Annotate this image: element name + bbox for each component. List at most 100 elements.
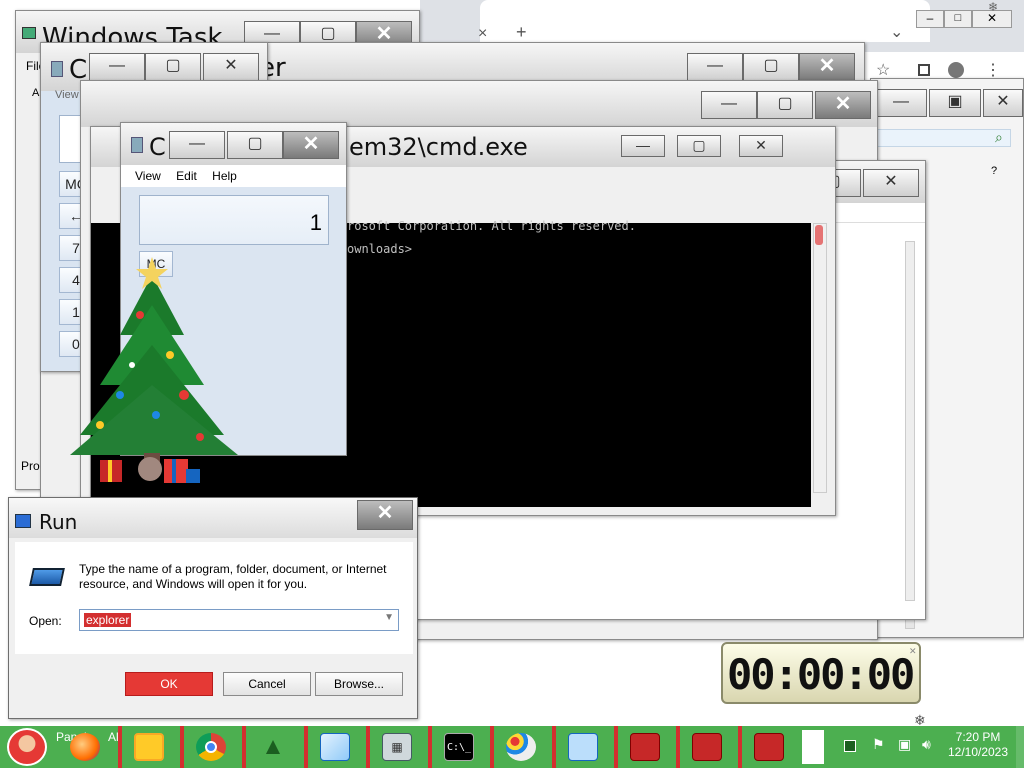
- explorer-maximize-button[interactable]: ▢: [743, 53, 799, 81]
- calc-back-app-icon: [51, 61, 63, 77]
- toolbox-icon: [692, 733, 722, 761]
- clock-gadget-time: 00:00:00: [727, 650, 915, 699]
- browser-minimize-button[interactable]: –: [916, 10, 944, 28]
- browser-menu-icon[interactable]: ⋮: [985, 60, 1001, 80]
- notepad-icon: [320, 733, 350, 761]
- taskbar-blank: [802, 730, 824, 764]
- browser-tab[interactable]: [480, 0, 930, 42]
- ie-address-bar[interactable]: [871, 129, 1011, 147]
- cmd-prompt-line: ownloads>: [347, 242, 413, 256]
- calc-back-menu-view[interactable]: View: [55, 89, 79, 101]
- ie-help-icon[interactable]: ?: [991, 165, 997, 177]
- tab-search-chevron-icon[interactable]: ⌄: [890, 22, 903, 42]
- cmd-title-tail: em32\cmd.exe: [349, 133, 528, 161]
- tray-time: 7:20 PM: [955, 730, 1001, 744]
- control-panel-icon: [568, 733, 598, 761]
- run-browse-button[interactable]: Browse...: [315, 672, 403, 696]
- snowflake-icon: ❄: [988, 0, 999, 14]
- cmd-close-button[interactable]: ✕: [739, 135, 783, 157]
- tray-volume-icon[interactable]: 🔊︎: [922, 736, 931, 753]
- run-title: Run: [39, 510, 78, 534]
- tree-icon: ▲: [261, 733, 285, 760]
- run-program-icon: [29, 568, 65, 586]
- paint-palette-icon: [506, 733, 536, 761]
- cmd-minimize-button[interactable]: —: [621, 135, 665, 157]
- calculator-menu-help[interactable]: Help: [212, 169, 237, 183]
- run-description: Type the name of a program, folder, docu…: [79, 562, 387, 591]
- firefox-icon: [70, 733, 100, 761]
- show-desktop-button[interactable]: [1016, 726, 1024, 768]
- santa-icon: [7, 728, 47, 766]
- taskbar-toolbox-2[interactable]: [676, 726, 734, 768]
- run-close-button[interactable]: ✕: [357, 500, 413, 530]
- ie-close-button[interactable]: ✕: [983, 89, 1023, 117]
- toolbox-icon: [754, 733, 784, 761]
- tray-date: 12/10/2023: [947, 745, 1009, 759]
- cmd-icon: C:\_: [444, 733, 474, 761]
- cmd-scrollbar[interactable]: [813, 223, 827, 493]
- bg-minimize-button[interactable]: —: [701, 91, 757, 119]
- taskbar-file-explorer[interactable]: [118, 726, 176, 768]
- profile-avatar-icon[interactable]: [948, 62, 964, 78]
- calculator-menubar: View Edit Help: [121, 165, 346, 187]
- taskbar-toolbox-1[interactable]: [614, 726, 672, 768]
- gadget-close-icon[interactable]: ✕: [909, 646, 917, 657]
- calc-back-close-button[interactable]: ✕: [203, 53, 259, 81]
- run-dialog: Run ✕ Type the name of a program, folder…: [8, 497, 418, 719]
- new-tab-button[interactable]: +: [516, 22, 527, 43]
- notepad-close-button[interactable]: ✕: [863, 169, 919, 197]
- taskbar-firefox[interactable]: [56, 726, 114, 768]
- toolbox-icon: [630, 733, 660, 761]
- calc-back-minimize-button[interactable]: —: [89, 53, 145, 81]
- calculator-menu-view[interactable]: View: [135, 169, 161, 183]
- cmd-maximize-button[interactable]: ▢: [677, 135, 721, 157]
- taskbar-chrome[interactable]: [180, 726, 238, 768]
- explorer-minimize-button[interactable]: —: [687, 53, 743, 81]
- task-manager-app-icon: [22, 27, 36, 39]
- bookmark-star-icon[interactable]: ☆: [876, 60, 890, 80]
- tray-clock[interactable]: 7:20 PM 12/10/2023: [944, 730, 1012, 760]
- browser-maximize-button[interactable]: □: [944, 10, 972, 28]
- ie-maximize-button[interactable]: ▣: [929, 89, 981, 117]
- calculator-minimize-button[interactable]: —: [169, 131, 225, 159]
- calculator-close-button[interactable]: ✕: [283, 131, 339, 159]
- ie-minimize-button[interactable]: —: [875, 89, 927, 117]
- christmas-tree-icon: [60, 255, 260, 495]
- run-body: [15, 542, 413, 654]
- bg-maximize-button[interactable]: ▢: [757, 91, 813, 119]
- start-button[interactable]: [0, 726, 54, 768]
- calculator-menu-edit[interactable]: Edit: [176, 169, 197, 183]
- taskbar-tree[interactable]: ▲: [242, 726, 300, 768]
- folder-icon: [134, 733, 164, 761]
- taskbar-cmd[interactable]: C:\_: [428, 726, 486, 768]
- calculator-icon: ▦: [382, 733, 412, 761]
- run-app-icon: [15, 514, 31, 528]
- explorer-close-button[interactable]: ✕: [799, 53, 855, 81]
- run-open-label: Open:: [29, 614, 62, 628]
- tray-green-icon[interactable]: [844, 740, 856, 752]
- tab-close-icon[interactable]: ×: [478, 25, 487, 43]
- taskbar-toolbox-3[interactable]: [738, 726, 796, 768]
- taskbar-notepad[interactable]: [304, 726, 362, 768]
- run-ok-button[interactable]: OK: [125, 672, 213, 696]
- run-open-input[interactable]: explorer ▼: [79, 609, 399, 631]
- tray-flag-icon[interactable]: ⚑: [872, 736, 885, 753]
- calc-back-maximize-button[interactable]: ▢: [145, 53, 201, 81]
- tray-network-icon[interactable]: ▣: [898, 736, 911, 753]
- run-cancel-button[interactable]: Cancel: [223, 672, 311, 696]
- calculator-title: C: [149, 133, 166, 161]
- chrome-icon: [196, 733, 226, 761]
- cmd-scroll-thumb[interactable]: [815, 225, 823, 245]
- taskbar-control-panel[interactable]: [552, 726, 610, 768]
- calculator-maximize-button[interactable]: ▢: [227, 131, 283, 159]
- notepad-scrollbar[interactable]: [905, 241, 915, 601]
- ie-search-icon[interactable]: ⌕: [995, 129, 1003, 146]
- dropdown-arrow-icon[interactable]: ▼: [384, 612, 394, 623]
- run-open-input-value: explorer: [84, 613, 132, 627]
- bg-close-button[interactable]: ✕: [815, 91, 871, 119]
- cmd-copyright-line: rosoft Corporation. All rights reserved.: [347, 219, 636, 233]
- sidebar-icon[interactable]: [918, 64, 930, 76]
- taskbar-calculator[interactable]: ▦: [366, 726, 424, 768]
- calculator-app-icon: [131, 137, 143, 153]
- taskbar-paint[interactable]: [490, 726, 548, 768]
